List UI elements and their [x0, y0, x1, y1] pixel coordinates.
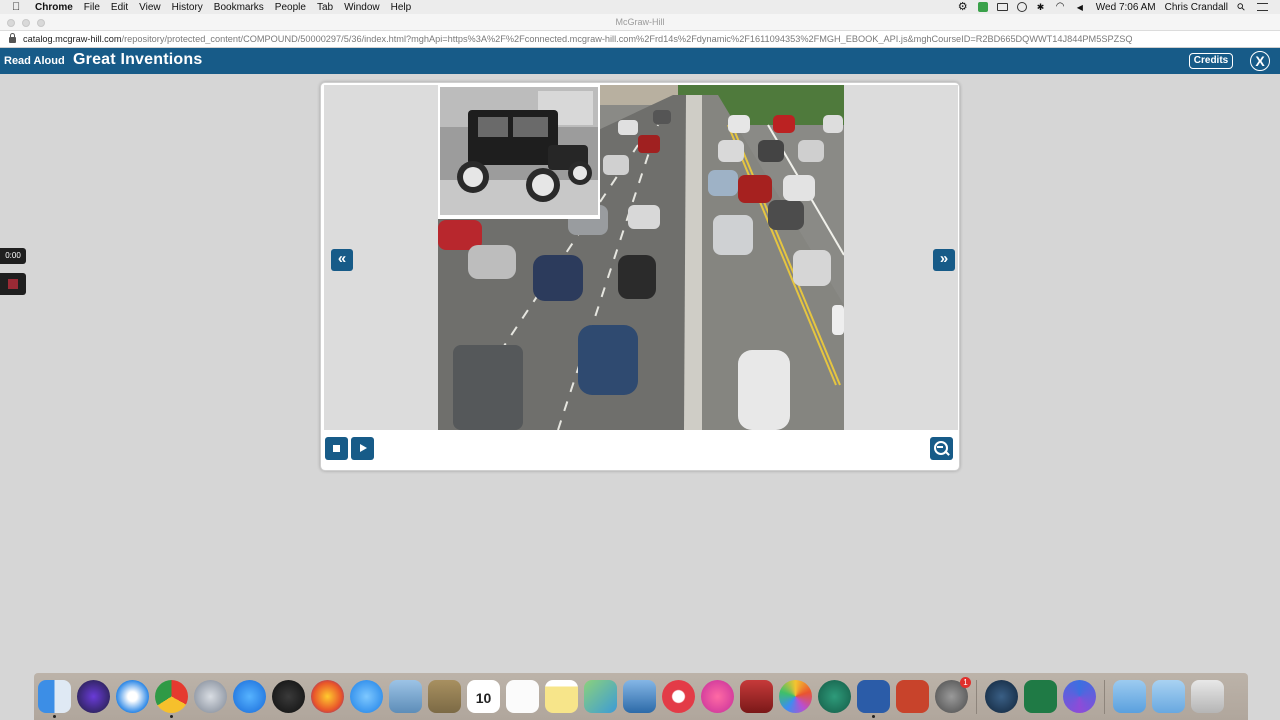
page-photo — [438, 85, 844, 430]
menu-people[interactable]: People — [275, 2, 306, 13]
volume-icon[interactable] — [1076, 2, 1087, 12]
reminders-icon[interactable] — [506, 680, 539, 713]
menu-bookmarks[interactable]: Bookmarks — [214, 2, 264, 13]
menu-history[interactable]: History — [172, 2, 203, 13]
next-page-button[interactable]: » — [933, 249, 955, 271]
maps-icon[interactable] — [584, 680, 617, 713]
page-stage: « » — [324, 85, 958, 430]
menubar-user[interactable]: Chris Crandall — [1165, 2, 1228, 13]
url-text[interactable]: catalog.mcgraw-hill.com/repository/prote… — [23, 34, 1132, 44]
book-title: Great Inventions — [73, 51, 203, 68]
gear-icon[interactable] — [958, 2, 969, 12]
highway-traffic-photo-icon — [438, 85, 844, 430]
window-titlebar: McGraw-Hill — [0, 14, 1280, 31]
safari-icon[interactable] — [116, 680, 149, 713]
photo-booth-icon[interactable] — [623, 680, 656, 713]
calendar-day: 10 — [475, 690, 492, 706]
menu-bar:  Chrome File Edit View History Bookmark… — [0, 0, 1280, 14]
dock-separator — [976, 679, 977, 714]
menu-tab[interactable]: Tab — [317, 2, 333, 13]
launchpad-icon[interactable] — [194, 680, 227, 713]
wifi-icon[interactable] — [1056, 2, 1067, 12]
menubar-clock[interactable]: Wed 7:06 AM — [1096, 2, 1156, 13]
notefile-icon[interactable] — [428, 680, 461, 713]
powerpoint-icon[interactable] — [896, 680, 929, 713]
play-audio-button[interactable] — [351, 437, 374, 460]
credits-button[interactable]: Credits — [1189, 53, 1233, 69]
siri-icon[interactable] — [77, 680, 110, 713]
zoom-out-icon — [937, 446, 943, 448]
photos-icon[interactable] — [779, 680, 812, 713]
notification-center-icon[interactable] — [1257, 3, 1268, 11]
update-badge: 1 — [960, 677, 971, 688]
window-title: McGraw-Hill — [615, 17, 665, 27]
news-icon[interactable] — [662, 680, 695, 713]
quicktime-icon[interactable] — [985, 680, 1018, 713]
spotlight-search-icon[interactable] — [1237, 2, 1248, 12]
dashboard-icon[interactable] — [272, 680, 305, 713]
system-preferences-icon[interactable]: 1 — [935, 677, 971, 713]
address-bar[interactable]: catalog.mcgraw-hill.com/repository/prote… — [0, 31, 1280, 48]
stop-recording-button[interactable] — [0, 273, 26, 295]
trash-icon[interactable] — [1191, 680, 1224, 713]
preview-icon[interactable] — [389, 680, 422, 713]
chrome-icon[interactable] — [155, 680, 188, 718]
word-icon[interactable] — [857, 680, 890, 718]
lock-icon[interactable] — [9, 33, 16, 43]
notes-icon[interactable] — [545, 680, 578, 713]
read-aloud-label: Read Aloud — [4, 55, 65, 67]
apple-icon[interactable]:  — [12, 1, 26, 13]
menu-edit[interactable]: Edit — [111, 2, 128, 13]
applications-folder-icon[interactable] — [1113, 680, 1146, 713]
time-machine-icon[interactable] — [1016, 2, 1027, 12]
menu-view[interactable]: View — [139, 2, 161, 13]
menu-window[interactable]: Window — [344, 2, 380, 13]
reader-header: Read Aloud Great Inventions Credits — [0, 48, 1280, 74]
menu-help[interactable]: Help — [391, 2, 412, 13]
calendar-icon[interactable]: 10 — [467, 680, 500, 713]
previous-page-button[interactable]: « — [331, 249, 353, 271]
messages-icon[interactable] — [350, 680, 383, 713]
recording-timer: 0:00 — [0, 248, 26, 264]
bluetooth-icon[interactable] — [1036, 2, 1047, 13]
firefox-icon[interactable] — [311, 680, 344, 713]
time-machine-icon[interactable] — [818, 680, 851, 713]
running-indicator — [872, 715, 875, 718]
status-tray: Wed 7:06 AM Chris Crandall — [958, 2, 1280, 13]
stop-audio-button[interactable] — [325, 437, 348, 460]
excel-icon[interactable] — [1024, 680, 1057, 713]
documents-folder-icon[interactable] — [1152, 680, 1185, 713]
reader-panel: « » — [320, 82, 960, 471]
url-path: /repository/protected_content/COMPOUND/5… — [121, 34, 1133, 44]
app-store-icon[interactable] — [233, 680, 266, 713]
dock: 10 1 — [34, 673, 1248, 720]
url-host: catalog.mcgraw-hill.com — [23, 34, 122, 44]
running-indicator — [53, 715, 56, 718]
photo-booth-red-icon[interactable] — [740, 680, 773, 713]
screenflow-icon[interactable] — [1063, 680, 1096, 713]
airplay-icon[interactable] — [996, 3, 1008, 11]
zoom-out-button[interactable] — [930, 437, 953, 460]
app-status-icon[interactable] — [977, 2, 988, 12]
itunes-icon[interactable] — [701, 680, 734, 713]
finder-icon[interactable] — [38, 680, 71, 718]
close-reader-button[interactable]: X — [1250, 51, 1270, 71]
running-indicator — [170, 715, 173, 718]
menu-app-chrome[interactable]: Chrome — [35, 2, 73, 13]
dock-separator — [1104, 679, 1105, 714]
menu-file[interactable]: File — [84, 2, 100, 13]
